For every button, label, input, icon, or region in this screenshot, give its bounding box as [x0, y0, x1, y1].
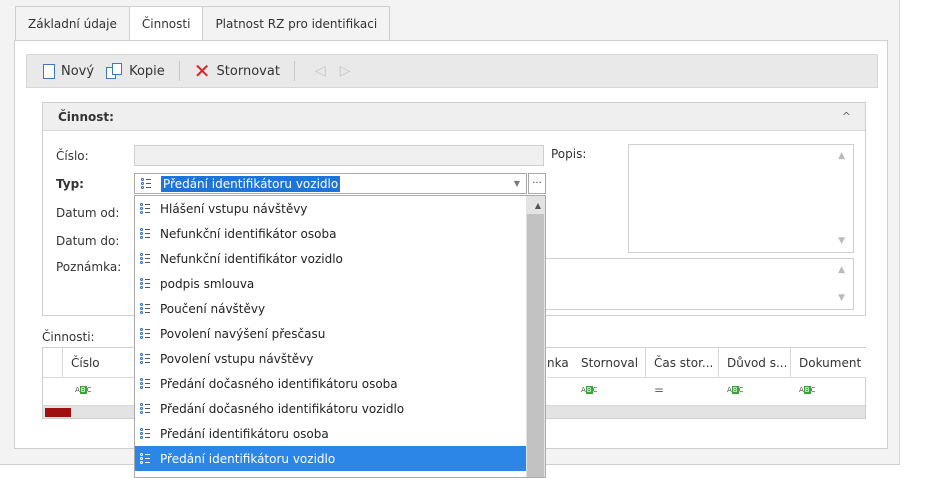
- cinnost-group-header: Činnost: ^: [43, 103, 865, 131]
- dropdown-item[interactable]: Předání identifikátoru vozidlo: [135, 446, 527, 471]
- window: Základní údaje Činnosti Platnost RZ pro …: [0, 0, 941, 478]
- typ-select[interactable]: Předání identifikátoru vozidlo: [134, 173, 527, 194]
- dropdown-item-label: Předání dočasného identifikátoru vozidlo: [160, 401, 405, 416]
- scroll-up-icon[interactable]: ▲: [838, 151, 845, 161]
- toolbar: Nový Kopie ✕ Stornovat ◁ ▷: [26, 54, 878, 88]
- list-icon: [140, 403, 150, 414]
- dropdown-item[interactable]: podpis smlouva: [135, 271, 527, 296]
- filter-text-icon[interactable]: ABC: [67, 379, 92, 401]
- list-icon: [140, 378, 150, 389]
- dropdown-item[interactable]: Vrácení dočasného identifikátoru vozidlo: [135, 471, 527, 478]
- grid-indicator-header: [43, 348, 63, 378]
- dropdown-item[interactable]: Předání dočasného identifikátoru osoba: [135, 371, 527, 396]
- grid-header-dokument[interactable]: Dokument: [791, 348, 866, 378]
- dropdown-item-label: Nefunkční identifikátor vozidlo: [160, 251, 343, 266]
- typ-selected-value: Předání identifikátoru vozidlo: [161, 175, 341, 192]
- filter-text-icon[interactable]: ABC: [791, 379, 816, 401]
- typ-dropdown-list[interactable]: Hlášení vstupu návštěvy Nefunkční identif…: [134, 195, 546, 478]
- next-arrow-icon[interactable]: ▷: [340, 63, 351, 79]
- collapse-chevron-icon[interactable]: ^: [842, 110, 851, 123]
- grid-header-stornoval[interactable]: Stornoval: [573, 348, 646, 378]
- dropdown-item[interactable]: Předání identifikátoru osoba: [135, 421, 527, 446]
- dropdown-item-label: Povolení vstupu návštěvy: [160, 351, 314, 366]
- dropdown-item[interactable]: Povolení navýšení přesčasu: [135, 321, 527, 346]
- filter-text-icon[interactable]: ABC: [719, 379, 744, 401]
- tab-platnost-rz[interactable]: Platnost RZ pro identifikaci: [202, 6, 391, 40]
- list-icon: [140, 303, 150, 314]
- dropdown-item-label: Předání identifikátoru vozidlo: [160, 451, 336, 466]
- dropdown-item[interactable]: Nefunkční identifikátor osoba: [135, 221, 527, 246]
- cancel-button[interactable]: ✕ Stornovat: [190, 58, 284, 84]
- dropdown-items: Hlášení vstupu návštěvy Nefunkční identif…: [135, 196, 545, 478]
- datum-do-label: Datum do:: [56, 234, 120, 248]
- dropdown-item-label: Povolení navýšení přesčasu: [160, 326, 326, 341]
- section-title: Činnost:: [58, 109, 114, 124]
- dropdown-item-label: Předání dočasného identifikátoru osoba: [160, 376, 398, 391]
- poznamka-field[interactable]: ▲ ▼: [545, 258, 854, 310]
- tab-bar: Základní údaje Činnosti Platnost RZ pro …: [15, 6, 391, 41]
- scrollbar-thumb[interactable]: [527, 214, 544, 477]
- list-icon: [140, 228, 150, 239]
- list-icon: [140, 328, 150, 339]
- scroll-up-icon[interactable]: ▲: [838, 265, 845, 275]
- toolbar-separator: [293, 61, 295, 81]
- ellipsis-button[interactable]: ···: [528, 173, 546, 194]
- dropdown-item[interactable]: Poučení návštěvy: [135, 296, 527, 321]
- scrollbar-thumb[interactable]: [45, 408, 71, 417]
- scroll-down-icon[interactable]: ▼: [838, 293, 845, 303]
- new-button-label: Nový: [61, 63, 95, 79]
- filter-text-icon[interactable]: ABC: [573, 379, 598, 401]
- filter-equals-icon[interactable]: =: [646, 379, 664, 401]
- grid-header-cislo[interactable]: Číslo: [63, 348, 135, 378]
- new-button[interactable]: Nový: [39, 58, 98, 84]
- list-icon: [140, 253, 150, 264]
- tab-cinnosti[interactable]: Činnosti: [128, 6, 204, 41]
- cancel-button-label: Stornovat: [216, 63, 280, 79]
- list-icon: [140, 278, 150, 289]
- dropdown-item-label: Nefunkční identifikátor osoba: [160, 226, 337, 241]
- copy-icon: [106, 63, 123, 79]
- dropdown-scrollbar[interactable]: ▲: [526, 196, 545, 477]
- previous-arrow-icon[interactable]: ◁: [315, 63, 326, 79]
- scroll-down-icon[interactable]: ▼: [838, 236, 845, 246]
- close-icon: ✕: [193, 59, 211, 83]
- copy-button-label: Kopie: [129, 63, 165, 79]
- list-icon: [141, 178, 151, 189]
- list-icon: [140, 428, 150, 439]
- cislo-field[interactable]: [134, 145, 544, 166]
- dropdown-item[interactable]: Hlášení vstupu návštěvy: [135, 196, 527, 221]
- grid-label: Činnosti:: [42, 330, 95, 344]
- grid-header-duvod-storna[interactable]: Důvod s...: [719, 348, 791, 378]
- typ-label: Typ:: [56, 177, 84, 191]
- dropdown-arrow-icon[interactable]: ▼: [507, 174, 527, 193]
- new-document-icon: [43, 63, 55, 79]
- dropdown-item-label: Hlášení vstupu návštěvy: [160, 201, 308, 216]
- dropdown-item-label: podpis smlouva: [160, 276, 255, 291]
- scroll-up-icon[interactable]: ▲: [535, 201, 541, 210]
- dropdown-item[interactable]: Předání dočasného identifikátoru vozidlo: [135, 396, 527, 421]
- dropdown-item[interactable]: Povolení vstupu návštěvy: [135, 346, 527, 371]
- copy-button[interactable]: Kopie: [102, 58, 169, 84]
- tab-zakladni-udaje[interactable]: Základní údaje: [15, 6, 130, 40]
- toolbar-separator: [178, 61, 180, 81]
- list-icon: [140, 353, 150, 364]
- dropdown-item-label: Poučení návštěvy: [160, 301, 266, 316]
- popis-field[interactable]: ▲ ▼: [628, 144, 854, 253]
- datum-od-label: Datum od:: [56, 206, 120, 220]
- list-icon: [140, 453, 150, 464]
- poznamka-label: Poznámka:: [56, 260, 122, 274]
- popis-label: Popis:: [551, 147, 587, 161]
- list-icon: [140, 203, 150, 214]
- cislo-label: Číslo:: [56, 149, 89, 163]
- dropdown-item-label: Předání identifikátoru osoba: [160, 426, 329, 441]
- dropdown-item[interactable]: Nefunkční identifikátor vozidlo: [135, 246, 527, 271]
- grid-header-cas-storna[interactable]: Čas stor...: [646, 348, 719, 378]
